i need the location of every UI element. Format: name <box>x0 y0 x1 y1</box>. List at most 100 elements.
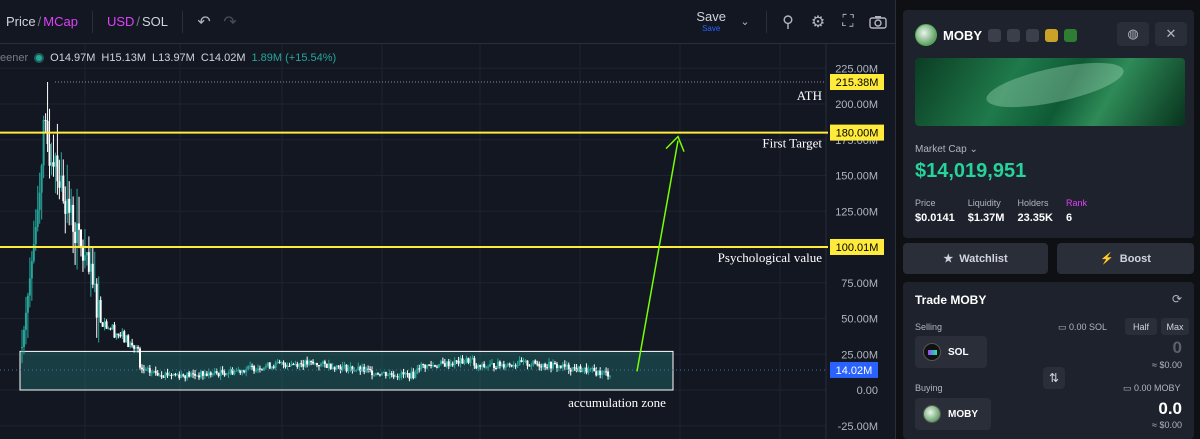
candle-body <box>121 331 124 337</box>
candle-body <box>369 369 372 371</box>
candle-body <box>58 181 61 188</box>
level-annotation: Psychological value <box>718 250 823 265</box>
y-tick-label: 75.00M <box>841 278 878 290</box>
globe-icon[interactable]: ◍ <box>1117 22 1149 46</box>
candle-body <box>404 373 407 375</box>
candle-body <box>432 365 435 367</box>
candle-body <box>290 364 293 366</box>
sell-amount-input[interactable]: 0 <box>1173 338 1182 358</box>
candle-body <box>386 375 389 377</box>
candle-body <box>375 373 377 375</box>
selling-balance: ▭ 0.00 SOL <box>1058 322 1107 333</box>
fullscreen-icon[interactable]: ⛶ <box>835 9 861 35</box>
mcap-option[interactable]: MCap <box>43 14 78 29</box>
candle-body <box>569 369 572 372</box>
candle-body <box>317 365 320 367</box>
candle-body <box>471 358 474 360</box>
level-annotation: First Target <box>762 136 822 151</box>
candle-body <box>258 368 261 370</box>
candle-body <box>536 363 539 365</box>
currency-toggle[interactable]: USD / SOL <box>101 0 174 43</box>
candle-body <box>512 365 515 367</box>
price-mcap-toggle[interactable]: Price / MCap <box>0 0 84 43</box>
stat-label: Rank <box>1065 198 1087 208</box>
gear-icon[interactable]: ⚙ <box>805 9 831 35</box>
candle-body <box>571 367 574 372</box>
candle-body <box>109 328 112 330</box>
candle-body <box>465 358 468 363</box>
candle-body <box>288 365 291 367</box>
usd-option[interactable]: USD <box>107 14 134 29</box>
candle-body <box>253 366 256 372</box>
candle-body <box>378 374 381 376</box>
price-option[interactable]: Price <box>6 14 36 29</box>
candle-body <box>553 362 556 364</box>
half-button[interactable]: Half <box>1125 318 1157 335</box>
candle-body <box>532 360 535 365</box>
candle-body <box>205 373 208 376</box>
sol-option[interactable]: SOL <box>142 14 168 29</box>
candle-body <box>522 360 525 363</box>
candle-body <box>176 374 179 376</box>
camera-icon[interactable] <box>865 9 891 35</box>
candle-body <box>131 342 134 346</box>
candle-body <box>192 373 195 375</box>
chevron-down-icon: ⌄ <box>969 144 978 155</box>
stat-label: Liquidity <box>967 198 1001 208</box>
chart-canvas[interactable]: 225.00M200.00M175.00M150.00M125.00M100.0… <box>0 44 895 439</box>
token-avatar <box>915 24 937 46</box>
market-cap-selector[interactable]: Market Cap ⌄ <box>915 144 978 155</box>
info-icon[interactable] <box>1026 28 1039 42</box>
buy-token-selector[interactable]: MOBY <box>915 398 991 430</box>
sell-token-selector[interactable]: SOL <box>915 336 987 368</box>
candle-body <box>418 368 421 370</box>
swap-direction-icon[interactable]: ⇅ <box>1043 367 1065 389</box>
candle-body <box>148 368 151 373</box>
candle-body <box>156 372 159 376</box>
x-twitter-icon[interactable]: ✕ <box>1155 22 1187 46</box>
candle-body <box>487 366 490 368</box>
max-button[interactable]: Max <box>1161 318 1189 335</box>
candle-body <box>416 368 419 374</box>
candle-body <box>394 376 397 378</box>
token-panel: MOBY ◍ ✕ Market Cap ⌄ $14,019,951 Price $… <box>895 0 1200 439</box>
candle-body <box>333 367 336 370</box>
level-price-label: 100.01M <box>836 242 879 254</box>
candle-body <box>26 295 29 313</box>
candle-body <box>60 175 63 188</box>
candle-body <box>597 370 600 376</box>
candle-body <box>215 371 218 374</box>
candle-body <box>400 372 403 377</box>
candle-body <box>540 366 543 368</box>
candle-body <box>237 369 240 371</box>
buying-balance: ▭ 0.00 MOBY <box>1123 383 1181 394</box>
candle-body <box>508 363 511 365</box>
refresh-icon[interactable]: ⟳ <box>1172 292 1182 306</box>
candle-body <box>188 372 191 377</box>
candle-body <box>451 363 454 366</box>
quick-search-icon[interactable]: ⚲ <box>775 9 801 35</box>
watchlist-button[interactable]: ★ Watchlist <box>903 243 1048 274</box>
candle-body <box>422 364 425 366</box>
ath-price-label: 215.38M <box>836 77 879 89</box>
copy-icon[interactable] <box>988 28 1001 42</box>
candle-body <box>284 364 287 367</box>
candle-body <box>493 363 495 368</box>
price-chart[interactable]: 225.00M200.00M175.00M150.00M125.00M100.0… <box>0 44 895 439</box>
undo-icon[interactable]: ↶ <box>191 9 217 35</box>
candle-body <box>518 360 521 366</box>
redo-icon[interactable]: ↷ <box>217 9 243 35</box>
candle-body <box>376 373 379 375</box>
search-icon[interactable] <box>1007 28 1020 42</box>
candle-body <box>105 321 108 329</box>
candle-body <box>137 347 140 349</box>
chevron-down-icon[interactable]: ⌄ <box>732 9 758 35</box>
save-button[interactable]: Save Save <box>696 10 726 33</box>
candle-body <box>461 358 464 364</box>
candle-body <box>565 364 568 367</box>
sell-usd-value: ≈ $0.00 <box>1152 360 1182 370</box>
candle-body <box>276 361 279 363</box>
candle-body <box>559 365 562 368</box>
chart-toolbar: Price / MCap USD / SOL ↶ ↷ Save Save ⌄ ⚲… <box>0 0 895 44</box>
boost-button[interactable]: ⚡ Boost <box>1057 243 1194 274</box>
